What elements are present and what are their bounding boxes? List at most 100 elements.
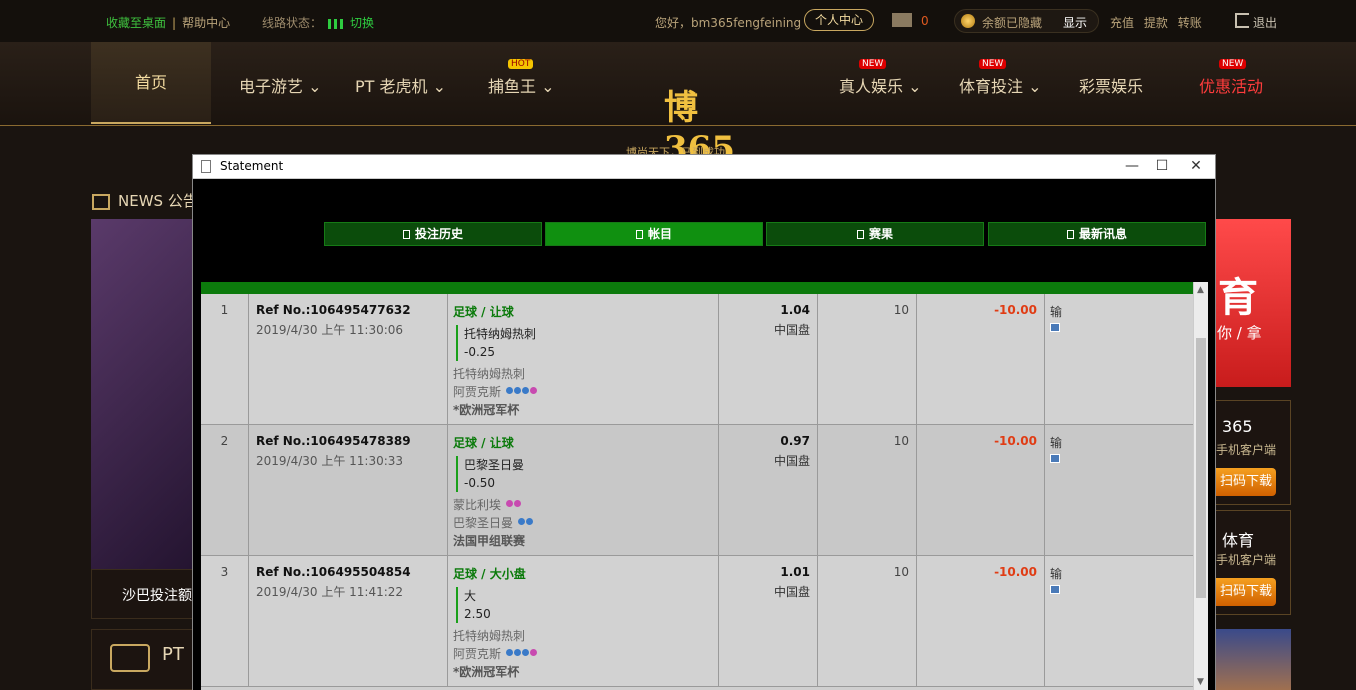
nav-live-casino[interactable]: NEW 真人娱乐 ⌄ — [839, 59, 922, 97]
bet-datetime: 2019/4/30 上午 11:41:22 — [256, 585, 404, 599]
status-text: 输 — [1050, 305, 1063, 319]
scroll-up-icon[interactable]: ▲ — [1197, 285, 1204, 295]
team-name: 蒙比利埃 — [453, 498, 502, 512]
personal-center-button[interactable]: 个人中心 — [804, 9, 874, 31]
transfer-link[interactable]: 转账 — [1178, 16, 1202, 30]
detail-icon[interactable] — [1050, 454, 1060, 463]
news-label: NEWS 公告 — [118, 192, 198, 210]
window-titlebar[interactable]: Statement — ☐ ✕ — [193, 155, 1215, 179]
app-card-sports: 体育 手机客户端 扫码下载 — [1215, 510, 1291, 615]
switch-line-link[interactable]: 切换 — [350, 16, 374, 30]
nav-lottery[interactable]: 彩票娱乐 — [1079, 73, 1143, 97]
statement-tabs: 投注历史 帐目 赛果 最新讯息 — [324, 222, 1208, 248]
show-balance-button[interactable]: 显示 — [1063, 14, 1087, 31]
bookmark-link[interactable]: 收藏至桌面 — [106, 16, 166, 30]
team-name: 阿贾克斯 — [453, 385, 502, 399]
status-cell: 输 — [1045, 425, 1193, 556]
selection-block: 托特纳姆热刺 -0.25 — [456, 325, 718, 361]
nav-label: 捕鱼王 — [488, 77, 537, 96]
nav-pt-slots[interactable]: PT 老虎机 ⌄ — [355, 73, 446, 97]
table-scrollbar[interactable]: ▲ ▼ — [1193, 282, 1208, 690]
status-cell: 输 — [1045, 556, 1193, 687]
tab-messages[interactable]: 最新讯息 — [988, 222, 1206, 246]
winloss: -10.00 — [917, 425, 1045, 556]
deposit-link[interactable]: 充值 — [1110, 16, 1134, 30]
nav-fishing[interactable]: HOT 捕鱼王 ⌄ — [488, 59, 555, 97]
info-icon[interactable] — [513, 387, 521, 394]
nav-egames[interactable]: 电子游艺 ⌄ — [239, 73, 322, 97]
pt-label: PT — [162, 644, 184, 665]
ref-cell: Ref No.:106495477632 2019/4/30 上午 11:30:… — [249, 294, 448, 425]
info-icon[interactable] — [513, 649, 521, 656]
market-type: 中国盘 — [773, 323, 810, 337]
history-icon — [402, 230, 410, 239]
hot-badge: HOT — [508, 59, 534, 69]
promo-banner-left[interactable] — [91, 219, 193, 569]
withdraw-link[interactable]: 提款 — [1144, 16, 1168, 30]
info-icon[interactable] — [525, 518, 533, 525]
detail-icon[interactable] — [1050, 585, 1060, 594]
status-text: 输 — [1050, 436, 1063, 450]
tab-accounts[interactable]: 帐目 — [545, 222, 763, 246]
bet-detail-cell: 足球 / 大小盘 大 2.50 托特纳姆热刺 阿贾克斯 *欧洲冠军杯 — [448, 556, 719, 687]
detail-icon[interactable] — [1050, 323, 1060, 332]
promo-banner-right[interactable]: 育 你 / 拿 — [1215, 219, 1291, 387]
info-icon[interactable] — [505, 387, 513, 394]
download-button[interactable]: 扫码下载 — [1216, 468, 1276, 496]
winloss: -10.00 — [917, 556, 1045, 687]
site-logo[interactable]: 博365 博尚天下，马到成功 — [620, 44, 760, 169]
new-badge: NEW — [859, 59, 887, 69]
chevron-down-icon: ⌄ — [903, 77, 922, 96]
pt-section[interactable]: PT — [91, 629, 193, 690]
signal-icon — [328, 18, 345, 29]
info-icon[interactable] — [513, 500, 521, 507]
logout-icon[interactable] — [1235, 13, 1249, 28]
nav-sports[interactable]: NEW 体育投注 ⌄ — [959, 59, 1042, 97]
info-icon[interactable] — [517, 518, 525, 525]
news-header: NEWS 公告 — [92, 190, 198, 211]
table-row: 1 Ref No.:106495477632 2019/4/30 上午 11:3… — [201, 294, 1193, 425]
logout-link[interactable]: 退出 — [1253, 14, 1277, 31]
selection: 大 — [464, 589, 477, 603]
info-icon[interactable] — [505, 649, 513, 656]
nav-promotions[interactable]: NEW 优惠活动 — [1199, 59, 1263, 97]
ref-cell: Ref No.:106495504854 2019/4/30 上午 11:41:… — [249, 556, 448, 687]
info-icon[interactable] — [521, 649, 529, 656]
line-status-label: 线路状态： — [262, 16, 323, 30]
chevron-down-icon: ⌄ — [303, 77, 322, 96]
maximize-button[interactable]: ☐ — [1147, 155, 1177, 177]
status-text: 输 — [1050, 567, 1063, 581]
tab-bet-history[interactable]: 投注历史 — [324, 222, 542, 246]
ref-number: Ref No.:106495477632 — [256, 303, 411, 317]
mail-icon — [1066, 230, 1074, 239]
table-header — [201, 282, 1193, 294]
info-icon[interactable] — [529, 649, 537, 656]
info-icon[interactable] — [521, 387, 529, 394]
statement-table: 1 Ref No.:106495477632 2019/4/30 上午 11:3… — [201, 282, 1193, 690]
tab-results[interactable]: 赛果 — [766, 222, 984, 246]
winloss: -10.00 — [917, 294, 1045, 425]
team-name: 托特纳姆热刺 — [453, 367, 526, 381]
minimize-button[interactable]: — — [1117, 155, 1147, 177]
mail-count: 0 — [921, 14, 929, 28]
tab-label: 投注历史 — [414, 227, 463, 241]
download-button[interactable]: 扫码下载 — [1216, 578, 1276, 606]
team-b: 阿贾克斯 — [453, 383, 718, 401]
nav-label: PT 老虎机 — [355, 77, 428, 96]
sports-caption: 沙巴投注额 — [91, 569, 193, 619]
help-link[interactable]: 帮助中心 — [182, 16, 230, 30]
market-type: 中国盘 — [773, 585, 810, 599]
nav-home[interactable]: 首页 — [91, 42, 211, 124]
team-b: 阿贾克斯 — [453, 645, 718, 663]
mail-icon[interactable] — [892, 13, 912, 27]
info-icon[interactable] — [505, 500, 513, 507]
close-button[interactable]: ✕ — [1181, 155, 1211, 177]
info-icon[interactable] — [529, 387, 537, 394]
promo-banner-right-bottom[interactable] — [1215, 629, 1291, 690]
top-bar: 收藏至桌面 | 帮助中心 线路状态： 切换 您好，bm365fengfeining 个… — [0, 0, 1356, 42]
new-badge: NEW — [979, 59, 1007, 69]
scroll-down-icon[interactable]: ▼ — [1197, 677, 1204, 687]
tab-label: 帐目 — [647, 227, 672, 241]
scroll-thumb[interactable] — [1196, 338, 1206, 598]
line-status: 线路状态： 切换 — [262, 14, 374, 31]
